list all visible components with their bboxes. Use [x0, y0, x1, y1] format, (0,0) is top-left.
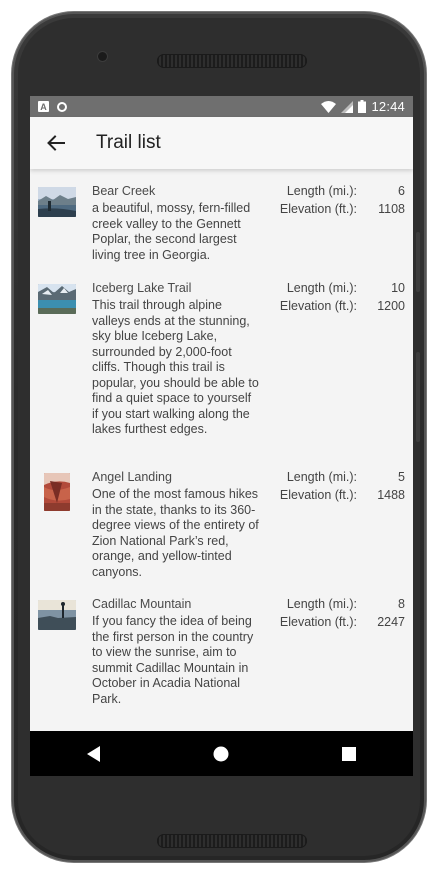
length-value: 10	[391, 281, 405, 295]
trail-row[interactable]: Bear Creek a beautiful, mossy, fern-fill…	[30, 183, 413, 280]
nav-recents-button[interactable]	[319, 731, 379, 776]
signal-icon	[341, 100, 354, 113]
trail-stats: Length (mi.): 5 Elevation (ft.): 1488	[280, 469, 405, 596]
length-label: Length (mi.):	[286, 184, 357, 198]
trail-thumbnail	[38, 187, 76, 217]
trail-row[interactable]: Cadillac Mountain If you fancy the idea …	[30, 596, 413, 716]
elevation-value: 1488	[377, 488, 405, 502]
length-value: 6	[398, 184, 405, 198]
back-triangle-icon	[86, 745, 100, 762]
status-time: 12:44	[371, 99, 405, 114]
trail-stats: Length (mi.): 6 Elevation (ft.): 1108	[280, 183, 405, 280]
circle-notification-icon	[57, 101, 67, 112]
nav-home-button[interactable]	[191, 731, 251, 776]
back-button[interactable]	[30, 117, 82, 169]
trail-description: a beautiful, mossy, fern-filled creek va…	[92, 201, 251, 262]
trail-thumbnail	[38, 284, 76, 314]
trail-description: This trail through alpine valleys ends a…	[92, 298, 259, 436]
trail-thumbnail	[44, 473, 70, 511]
elevation-label: Elevation (ft.):	[279, 615, 357, 629]
elevation-value: 1108	[378, 202, 405, 216]
navigation-bar	[30, 731, 413, 776]
trail-row[interactable]: Angel Landing One of the most famous hik…	[30, 469, 413, 596]
nav-back-button[interactable]	[64, 731, 124, 776]
trail-thumbnail	[38, 600, 76, 630]
battery-icon	[358, 100, 367, 113]
front-camera	[98, 52, 107, 61]
length-label: Length (mi.):	[286, 597, 357, 611]
bottom-speaker	[157, 834, 307, 848]
app-bar: Trail list	[30, 117, 413, 169]
earpiece-speaker	[157, 54, 307, 68]
recents-square-icon	[342, 746, 357, 761]
trail-name: Angel Landing	[92, 470, 172, 484]
trail-name: Iceberg Lake Trail	[92, 281, 192, 295]
wifi-icon	[321, 100, 337, 113]
elevation-label: Elevation (ft.):	[279, 488, 357, 502]
length-value: 8	[398, 597, 405, 611]
page-title: Trail list	[96, 132, 161, 153]
trail-name: Bear Creek	[92, 184, 156, 198]
length-label: Length (mi.):	[286, 470, 357, 484]
trail-list: Bear Creek a beautiful, mossy, fern-fill…	[30, 169, 413, 716]
a-notification-icon: A	[38, 101, 49, 112]
trail-description: One of the most famous hikes in the stat…	[92, 487, 259, 579]
elevation-value: 2247	[377, 615, 405, 629]
home-circle-icon	[213, 746, 229, 761]
length-label: Length (mi.):	[286, 281, 357, 295]
trail-name: Cadillac Mountain	[92, 597, 192, 611]
trail-stats: Length (mi.): 10 Elevation (ft.): 1200	[280, 280, 405, 469]
elevation-label: Elevation (ft.):	[279, 202, 357, 216]
volume-button	[416, 232, 420, 292]
trail-stats: Length (mi.): 8 Elevation (ft.): 2247	[280, 596, 405, 716]
power-button	[416, 352, 420, 442]
length-value: 5	[398, 470, 405, 484]
screen: A 12:44 Trail list Bear Creek a beautifu…	[30, 96, 413, 776]
elevation-value: 1200	[377, 299, 405, 313]
trail-description: If you fancy the idea of being the first…	[92, 614, 254, 706]
status-bar: A 12:44	[30, 96, 413, 117]
elevation-label: Elevation (ft.):	[279, 299, 357, 313]
arrow-back-icon	[47, 135, 65, 151]
trail-row[interactable]: Iceberg Lake Trail This trail through al…	[30, 280, 413, 469]
